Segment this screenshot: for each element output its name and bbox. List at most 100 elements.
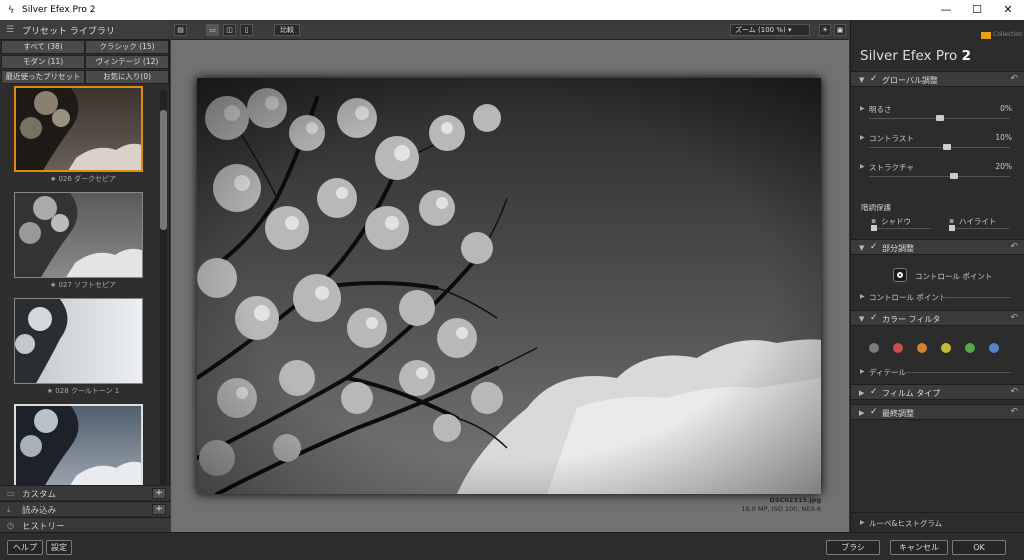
add-custom-button[interactable]: + (152, 488, 166, 499)
shadow-knob[interactable] (871, 225, 877, 231)
detail-row[interactable]: ディテール (869, 367, 906, 378)
color-filter-neutral[interactable] (869, 343, 879, 353)
control-point-icon[interactable] (893, 268, 907, 282)
checkmark-icon[interactable]: ✓ (870, 242, 878, 252)
tab-recent[interactable]: 最近使ったプリセット (1, 70, 85, 84)
checkmark-icon[interactable]: ✓ (870, 74, 878, 84)
finishing-header[interactable]: ▶ ✓ 最終調整 ↶ (851, 404, 1024, 420)
loupe-histogram-row[interactable]: ▶ ルーペ&ヒストグラム (851, 512, 1024, 532)
expand-arrow-icon: ▶ (860, 368, 865, 375)
local-adjustments-header[interactable]: ▼ ✓ 部分調整 ↶ (851, 239, 1024, 255)
expand-arrow-icon: ▶ (859, 409, 865, 417)
checkmark-icon[interactable]: ✓ (870, 313, 878, 323)
preset-thumbnail-026[interactable] (14, 86, 143, 172)
preset-library-panel: ☰ プリセット ライブラリ すべて (38) クラシック (15) モダン (1… (0, 20, 170, 532)
checkmark-icon[interactable]: ✓ (870, 407, 878, 417)
tab-modern[interactable]: モダン (11) (1, 55, 85, 69)
image-details: 16.0 MP, ISO 100, NEX-6 (741, 505, 821, 513)
tone-protection-label: 階調保護 (861, 203, 891, 212)
folder-icon: ▭ (7, 489, 15, 498)
reset-icon[interactable]: ↶ (1010, 242, 1018, 252)
reset-icon[interactable]: ↶ (1010, 407, 1018, 417)
reset-icon[interactable]: ↶ (1010, 74, 1018, 84)
preset-thumbnail-029[interactable] (14, 404, 143, 490)
section-history[interactable]: ◷ ヒストリー (0, 517, 170, 532)
contrast-slider[interactable]: ▶ コントラスト 10% (851, 133, 1024, 155)
preview-image[interactable] (197, 78, 821, 494)
color-filter-yellow[interactable] (941, 343, 951, 353)
zoom-dropdown[interactable]: ズーム (100 %) ▾ (730, 24, 810, 36)
color-filter-green[interactable] (965, 343, 975, 353)
preview-area: ▤ ▭ ◫ ▯ 比較 ズーム (100 %) ▾ ☀ ▣ DSC02315.jp… (171, 20, 849, 532)
single-view-icon[interactable]: ▭ (206, 24, 219, 36)
bottom-bar: ヘルプ 設定 ブラシ キャンセル OK (0, 532, 1024, 560)
tab-all[interactable]: すべて (38) (1, 40, 85, 54)
compare-button[interactable]: 比較 (274, 24, 300, 36)
color-filter-header[interactable]: ▼ ✓ カラー フィルタ ↶ (851, 310, 1024, 326)
add-import-button[interactable]: + (152, 504, 166, 515)
slider-knob[interactable] (935, 115, 944, 121)
section-custom[interactable]: ▭ カスタム + (0, 485, 170, 500)
image-filename: DSC02315.jpg (769, 496, 821, 504)
checkmark-icon[interactable]: ✓ (870, 387, 878, 397)
background-icon[interactable]: ▣ (834, 24, 846, 36)
control-point-row[interactable]: コントロール ポイント (869, 292, 946, 303)
brightness-slider[interactable]: ▶ 明るさ 0% (851, 104, 1024, 126)
control-point-button-label[interactable]: コントロール ポイント (915, 271, 992, 282)
highlight-knob[interactable] (949, 225, 955, 231)
panel-toggle-icon[interactable]: ▤ (174, 24, 187, 36)
shadow-track[interactable] (871, 228, 931, 229)
preview-toolbar: ▤ ▭ ◫ ▯ 比較 ズーム (100 %) ▾ ☀ ▣ (171, 20, 849, 40)
reset-icon[interactable]: ↶ (1010, 387, 1018, 397)
tab-vintage[interactable]: ヴィンテージ (12) (85, 55, 169, 69)
minimize-button[interactable]: — (931, 2, 961, 18)
highlight-track[interactable] (949, 228, 1009, 229)
slider-track[interactable] (869, 147, 1010, 148)
import-icon: ⤓ (7, 505, 11, 514)
expand-arrow-icon: ▶ (860, 105, 865, 112)
panel-title-text: Silver Efex Pro (860, 48, 958, 64)
light-icon[interactable]: ☀ (819, 24, 831, 36)
global-adjustments-header[interactable]: ▼ ✓ グローバル調整 ↶ (851, 71, 1024, 87)
preset-label: ★ 027 ソフトセピア (49, 281, 117, 289)
section-label: 部分調整 (882, 244, 914, 253)
brush-button[interactable]: ブラシ (826, 540, 880, 555)
highlight-label: ハイライト (959, 217, 997, 226)
color-filter-orange[interactable] (917, 343, 927, 353)
structure-slider[interactable]: ▶ ストラクチャ 20% (851, 162, 1024, 184)
library-scrollbar[interactable] (160, 90, 167, 500)
help-button[interactable]: ヘルプ (7, 540, 43, 555)
divider (906, 372, 1011, 373)
reset-icon[interactable]: ↶ (1010, 313, 1018, 323)
preset-thumbnails: ★ 026 ダークセピア ★ 027 ソフトセピア ★ 028 クールトーン 1 (8, 86, 158, 501)
color-filter-blue[interactable] (989, 343, 999, 353)
scroll-thumb[interactable] (160, 110, 167, 230)
section-label: 読み込み (22, 506, 57, 516)
section-import[interactable]: ⤓ 読み込み + (0, 501, 170, 516)
side-by-side-icon[interactable]: ▯ (240, 24, 253, 36)
maximize-button[interactable]: ☐ (962, 2, 992, 18)
tab-favorites[interactable]: お気に入り(0) (85, 70, 169, 84)
expand-arrow-icon: ▶ (859, 389, 865, 397)
section-label: ヒストリー (22, 522, 65, 532)
ok-button[interactable]: OK (952, 540, 1006, 555)
slider-knob[interactable] (949, 173, 958, 179)
slider-knob[interactable] (942, 144, 951, 150)
slider-value: 0% (1000, 104, 1012, 113)
divider (941, 297, 1011, 298)
library-header[interactable]: ☰ プリセット ライブラリ (0, 20, 170, 40)
slider-track[interactable] (869, 176, 1010, 177)
app-window: ϟ Silver Efex Pro 2 — ☐ ✕ ☰ プリセット ライブラリ … (0, 0, 1024, 560)
preset-thumbnail-027[interactable] (14, 192, 143, 278)
split-view-icon[interactable]: ◫ (223, 24, 236, 36)
settings-button[interactable]: 設定 (46, 540, 72, 555)
close-button[interactable]: ✕ (993, 2, 1023, 18)
color-filter-red[interactable] (893, 343, 903, 353)
tab-classic[interactable]: クラシック (15) (85, 40, 169, 54)
slider-value: 10% (995, 133, 1012, 142)
cancel-button[interactable]: キャンセル (890, 540, 948, 555)
adjustments-panel: Collection Silver Efex Pro 2 ▼ ✓ グローバル調整… (850, 20, 1024, 532)
preset-thumbnail-028[interactable] (14, 298, 143, 384)
brand-label: Collection (993, 31, 1023, 38)
film-type-header[interactable]: ▶ ✓ フィルム タイプ ↶ (851, 384, 1024, 400)
